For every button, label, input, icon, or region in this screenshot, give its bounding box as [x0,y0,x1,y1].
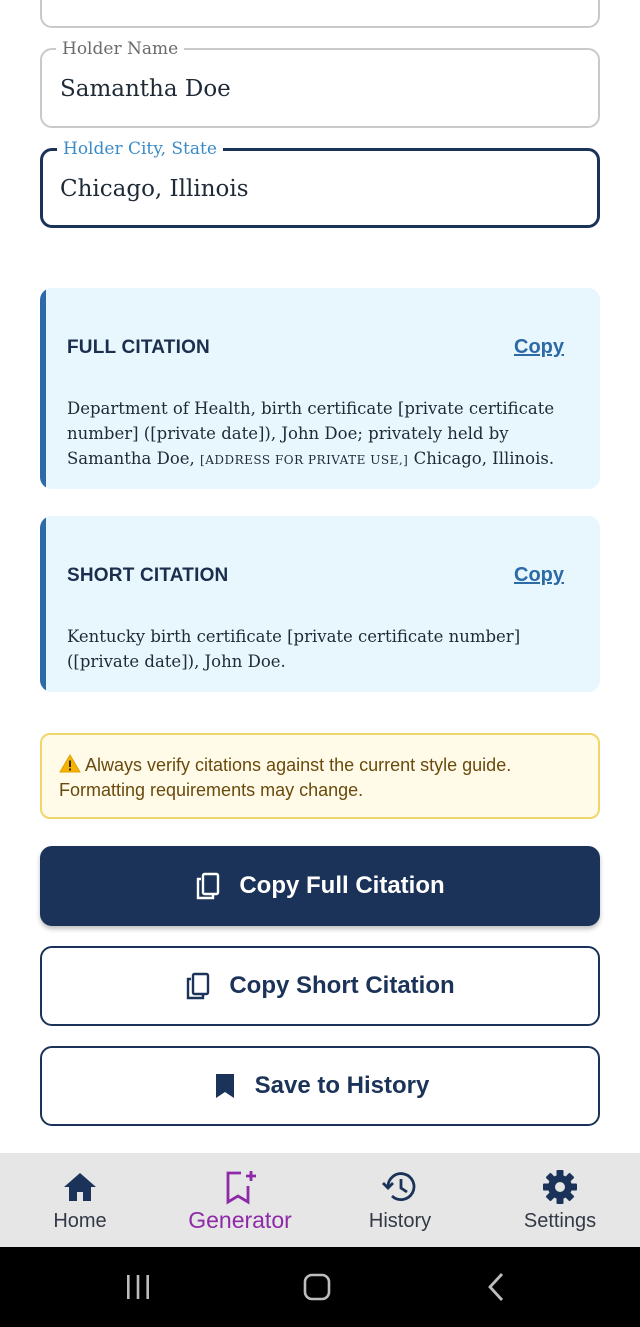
holder-name-label: Holder Name [56,38,185,60]
copy-icon [185,972,213,1000]
nav-label-generator: Generator [188,1207,292,1233]
copy-short-citation-label: Copy Short Citation [229,972,455,999]
card-accent-bar [40,288,46,489]
save-to-history-label: Save to History [254,1072,430,1099]
history-icon [382,1169,418,1205]
short-citation-card: SHORT CITATION Copy Kentucky birth certi… [40,516,600,692]
nav-item-generator[interactable]: Generator [160,1153,320,1247]
home-icon [62,1169,98,1205]
card-accent-bar [40,516,46,692]
nav-label-settings: Settings [523,1210,597,1232]
copy-full-citation-button[interactable]: Copy Full Citation [40,846,600,926]
bottom-navigation: Home Generator History Settings [0,1153,640,1247]
save-to-history-button[interactable]: Save to History [40,1046,600,1126]
full-citation-title: FULL CITATION [67,337,210,358]
holder-city-state-label: Holder City, State [57,138,223,160]
nav-label-home: Home [53,1210,107,1232]
copy-short-citation-button[interactable]: Copy Short Citation [40,946,600,1026]
recent-apps-button[interactable] [122,1269,154,1305]
full-citation-text: Department of Health, birth certificate … [67,396,578,473]
holder-city-state-field[interactable]: Holder City, State Chicago, Illinois [40,138,600,228]
nav-label-history: History [368,1210,432,1232]
nav-item-history[interactable]: History [320,1153,480,1247]
bookmark-icon [211,1072,239,1100]
bookmark-add-icon [222,1169,258,1205]
holder-city-state-value: Chicago, Illinois [60,176,249,202]
full-citation-text-location: Chicago, Illinois. [408,449,555,468]
short-citation-copy-link[interactable]: Copy [514,564,564,587]
copy-full-citation-label: Copy Full Citation [239,872,445,899]
previous-field[interactable]: J [40,0,600,28]
full-citation-card: FULL CITATION Copy Department of Health,… [40,288,600,489]
short-citation-text: Kentucky birth certificate [private cert… [67,627,521,671]
warning-text: Always verify citations against the curr… [59,755,512,800]
warning-icon [59,754,81,773]
gear-icon [542,1169,578,1205]
holder-name-value: Samantha Doe [60,76,231,102]
nav-item-settings[interactable]: Settings [480,1153,640,1247]
holder-name-field[interactable]: Holder Name Samantha Doe [40,38,600,128]
back-button[interactable] [482,1269,510,1305]
short-citation-title: SHORT CITATION [67,565,229,586]
previous-field-value: J [60,0,69,2]
system-navigation-bar [0,1247,640,1327]
back-chevron-icon [488,1273,504,1301]
recent-apps-icon [127,1275,149,1299]
nav-item-home[interactable]: Home [0,1153,160,1247]
full-citation-copy-link[interactable]: Copy [514,336,564,359]
home-system-button[interactable] [300,1269,334,1305]
full-citation-text-address: [ADDRESS FOR PRIVATE USE,] [200,453,409,467]
warning-banner: Always verify citations against the curr… [40,733,600,819]
home-circle-icon [303,1273,331,1301]
copy-icon [195,872,223,900]
